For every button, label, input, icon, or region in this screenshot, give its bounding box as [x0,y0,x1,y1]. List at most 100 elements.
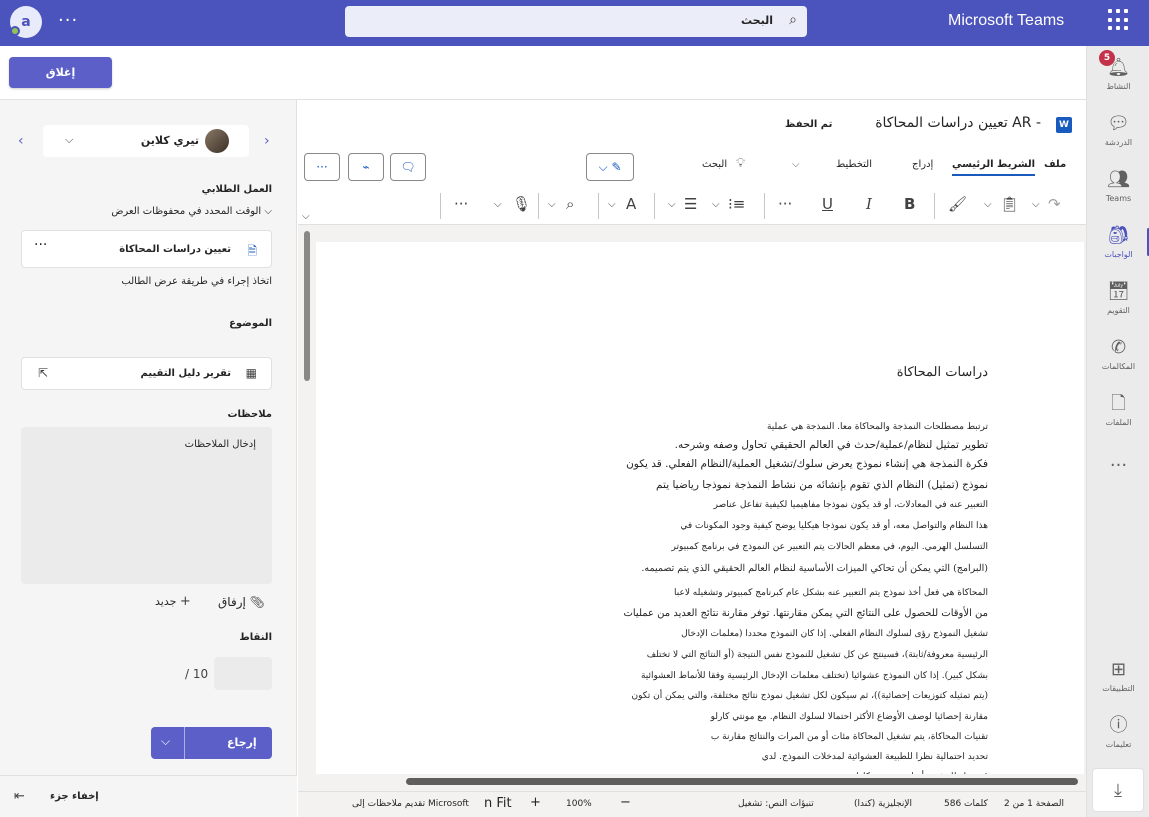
action-note: اتخاذ إجراء في طريقة عرض الطالب [121,276,272,287]
app-launcher-icon[interactable] [1108,9,1130,31]
presence-icon [10,26,20,36]
attach-button[interactable]: إرفاق 📎︎ [218,595,265,609]
activity-button[interactable]: ⌁ [348,153,384,181]
tab-search[interactable]: البحث [702,159,727,170]
assignment-top-bar: إغلاق [0,46,1086,100]
rail-more[interactable]: ··· [1087,438,1149,494]
more-commands-icon[interactable]: ··· [454,195,468,213]
avatar[interactable]: a [10,6,42,38]
chevron-down-icon[interactable]: ⌵ [548,199,556,210]
feedback-link[interactable]: تقديم ملاحظات إلى Microsoft [352,799,469,809]
hide-pane-button[interactable]: ⇤ إخفاء جزء [0,775,297,817]
assignment-file-card[interactable]: ··· تعيين دراسات المحاكاة 🗎 [21,230,272,268]
rail-teams[interactable]: 👥︎ Teams [1087,158,1149,214]
language-status[interactable]: الإنجليزية (كندا) [854,799,912,809]
horizontal-scrollbar[interactable] [406,778,1078,785]
new-button[interactable]: جديد + [155,594,191,609]
more-options-button[interactable]: ··· [58,10,78,31]
underline-button[interactable]: U [822,195,833,213]
rail-apps[interactable]: ⊞ التطبيقات [1087,648,1149,704]
return-button[interactable]: ⌵ إرجاع [151,727,272,759]
align-icon[interactable]: ☰ [684,195,697,213]
document-line: ترتبط مصطلحات النمذجة والمحاكاة معا. الن… [766,422,988,432]
collapse-ribbon-icon[interactable]: ⌵ [302,211,310,222]
rubric-card[interactable]: ⇱ تقرير دليل التقييم ▦ [21,357,272,390]
close-button[interactable]: إغلاق [9,57,112,88]
bullets-icon[interactable]: ⁝≡ [728,195,745,213]
notes-input[interactable]: إدخال الملاحظات [21,427,272,584]
tab-file[interactable]: ملف [1044,159,1066,170]
chevron-down-icon[interactable]: ⌵ [668,199,676,210]
editing-mode-button[interactable]: ⌵ ✎ [586,153,634,181]
tab-home[interactable]: الشريط الرئيسي [952,159,1036,176]
rail-assignments-label: الواجبات [1104,249,1133,259]
next-student-button[interactable]: › [264,133,270,149]
student-dropdown[interactable]: ⌵ تيري كلاين [43,125,249,157]
rail-calls[interactable]: ✆ المكالمات [1087,326,1149,382]
status-dropdown[interactable]: الوقت المحدد في محفوظات العرض ⌵ [111,206,272,217]
lightbulb-icon: 💡︎ [736,156,746,171]
zoom-out-button[interactable]: − [620,795,631,810]
tab-insert[interactable]: إدراج [912,159,933,170]
rail-activity-label: النشاط [1106,81,1131,91]
grading-panel: ‹ ⌵ تيري كلاين › العمل الطلابي الوقت الم… [0,100,297,817]
more-ribbon-button[interactable]: ··· [304,153,340,181]
divider [654,193,655,219]
format-painter-icon[interactable]: 🖌︎ [948,195,967,213]
styles-icon[interactable]: A [626,195,636,213]
points-input[interactable] [214,657,272,690]
zoom-in-button[interactable]: + [530,795,541,810]
chevron-down-icon[interactable]: ⌵ [712,199,720,210]
divider [598,193,599,219]
document-page[interactable]: دراسات المحاكاة ترتبط مصطلحات النمذجة وا… [316,242,1084,774]
vertical-scrollbar[interactable] [304,231,310,381]
italic-button[interactable]: I [866,195,872,213]
rail-activity[interactable]: 5 🔔︎ النشاط [1087,46,1149,102]
search-input[interactable]: ⌕ البحث [345,6,807,37]
rail-calls-label: المكالمات [1101,361,1136,371]
chevron-down-icon[interactable]: ⌵ [984,199,992,210]
document-line: تشغيل النموذج رؤى لسلوك النظام الفعلي. إ… [681,629,988,639]
text-predictions[interactable]: تنبؤات النص: تشغيل [738,799,814,809]
paste-icon[interactable]: 📋︎ [1000,195,1019,213]
document-title[interactable]: تعيين دراسات المحاكاة AR - [875,115,1041,131]
tab-layout[interactable]: التخطيط [836,159,872,170]
document-line: هذا النظام والتواصل معه، أو قد يكون نموذ… [680,521,988,531]
comments-button[interactable]: 🗨︎ [390,153,426,181]
document-canvas[interactable]: دراسات المحاكاة ترتبط مصطلحات النمذجة وا… [298,226,1086,791]
app-title: Microsoft Teams [948,12,1065,29]
find-icon[interactable]: ⌕ [566,195,574,213]
previous-student-button[interactable]: ‹ [18,133,24,149]
chevron-down-icon[interactable]: ⌵ [161,734,170,749]
pane-collapse-icon: ⇤ [14,789,25,804]
download-button[interactable]: ⤓ [1092,768,1144,812]
chevron-down-icon[interactable]: ⌵ [608,199,616,210]
subject-heading: الموضوع [229,318,272,329]
document-line: (يتم تمثيله كتوزيعات إحصائية))، ثم سيكون… [631,691,988,701]
rail-help-label: تعليمات [1105,739,1132,749]
dictate-icon[interactable]: 🎙︎ [512,195,531,213]
comment-icon: 🗨︎ [400,160,416,174]
rail-assignments[interactable]: 🎒︎ الواجبات [1087,214,1149,270]
rail-files-label: الملفات [1105,417,1132,427]
more-options-icon[interactable]: ··· [34,237,47,253]
document-line: التسلسل الهرمي. اليوم، في معظم الحالات ي… [671,542,988,552]
fit-label[interactable]: n Fit [484,796,512,811]
rail-calendar[interactable]: 📅︎ التقويم [1087,270,1149,326]
activity-icon: ⌁ [362,160,370,174]
rail-chat[interactable]: 💬︎ الدردشة [1087,102,1149,158]
divider [764,193,765,219]
word-count[interactable]: 586 كلمات [944,799,988,809]
more-formatting-icon[interactable]: ··· [778,195,792,213]
open-external-icon[interactable]: ⇱ [38,366,48,380]
zoom-level[interactable]: 100% [566,799,592,809]
chevron-down-icon[interactable]: ⌵ [1032,199,1040,210]
bold-button[interactable]: B [904,195,915,213]
rail-help[interactable]: ⓘ تعليمات [1087,704,1149,760]
backpack-icon: 🎒︎ [1107,224,1130,246]
chevron-down-icon[interactable]: ⌵ [494,199,502,210]
ribbon-tabs: ··· ⌁ 🗨︎ ⌵ ✎ البحث 💡︎ ⌵ التخطيط إدراج ال… [298,147,1086,187]
chevron-down-icon[interactable]: ⌵ [792,159,800,170]
rail-files[interactable]: 🗋 الملفات [1087,382,1149,438]
undo-icon[interactable]: ↷ [1048,195,1061,213]
